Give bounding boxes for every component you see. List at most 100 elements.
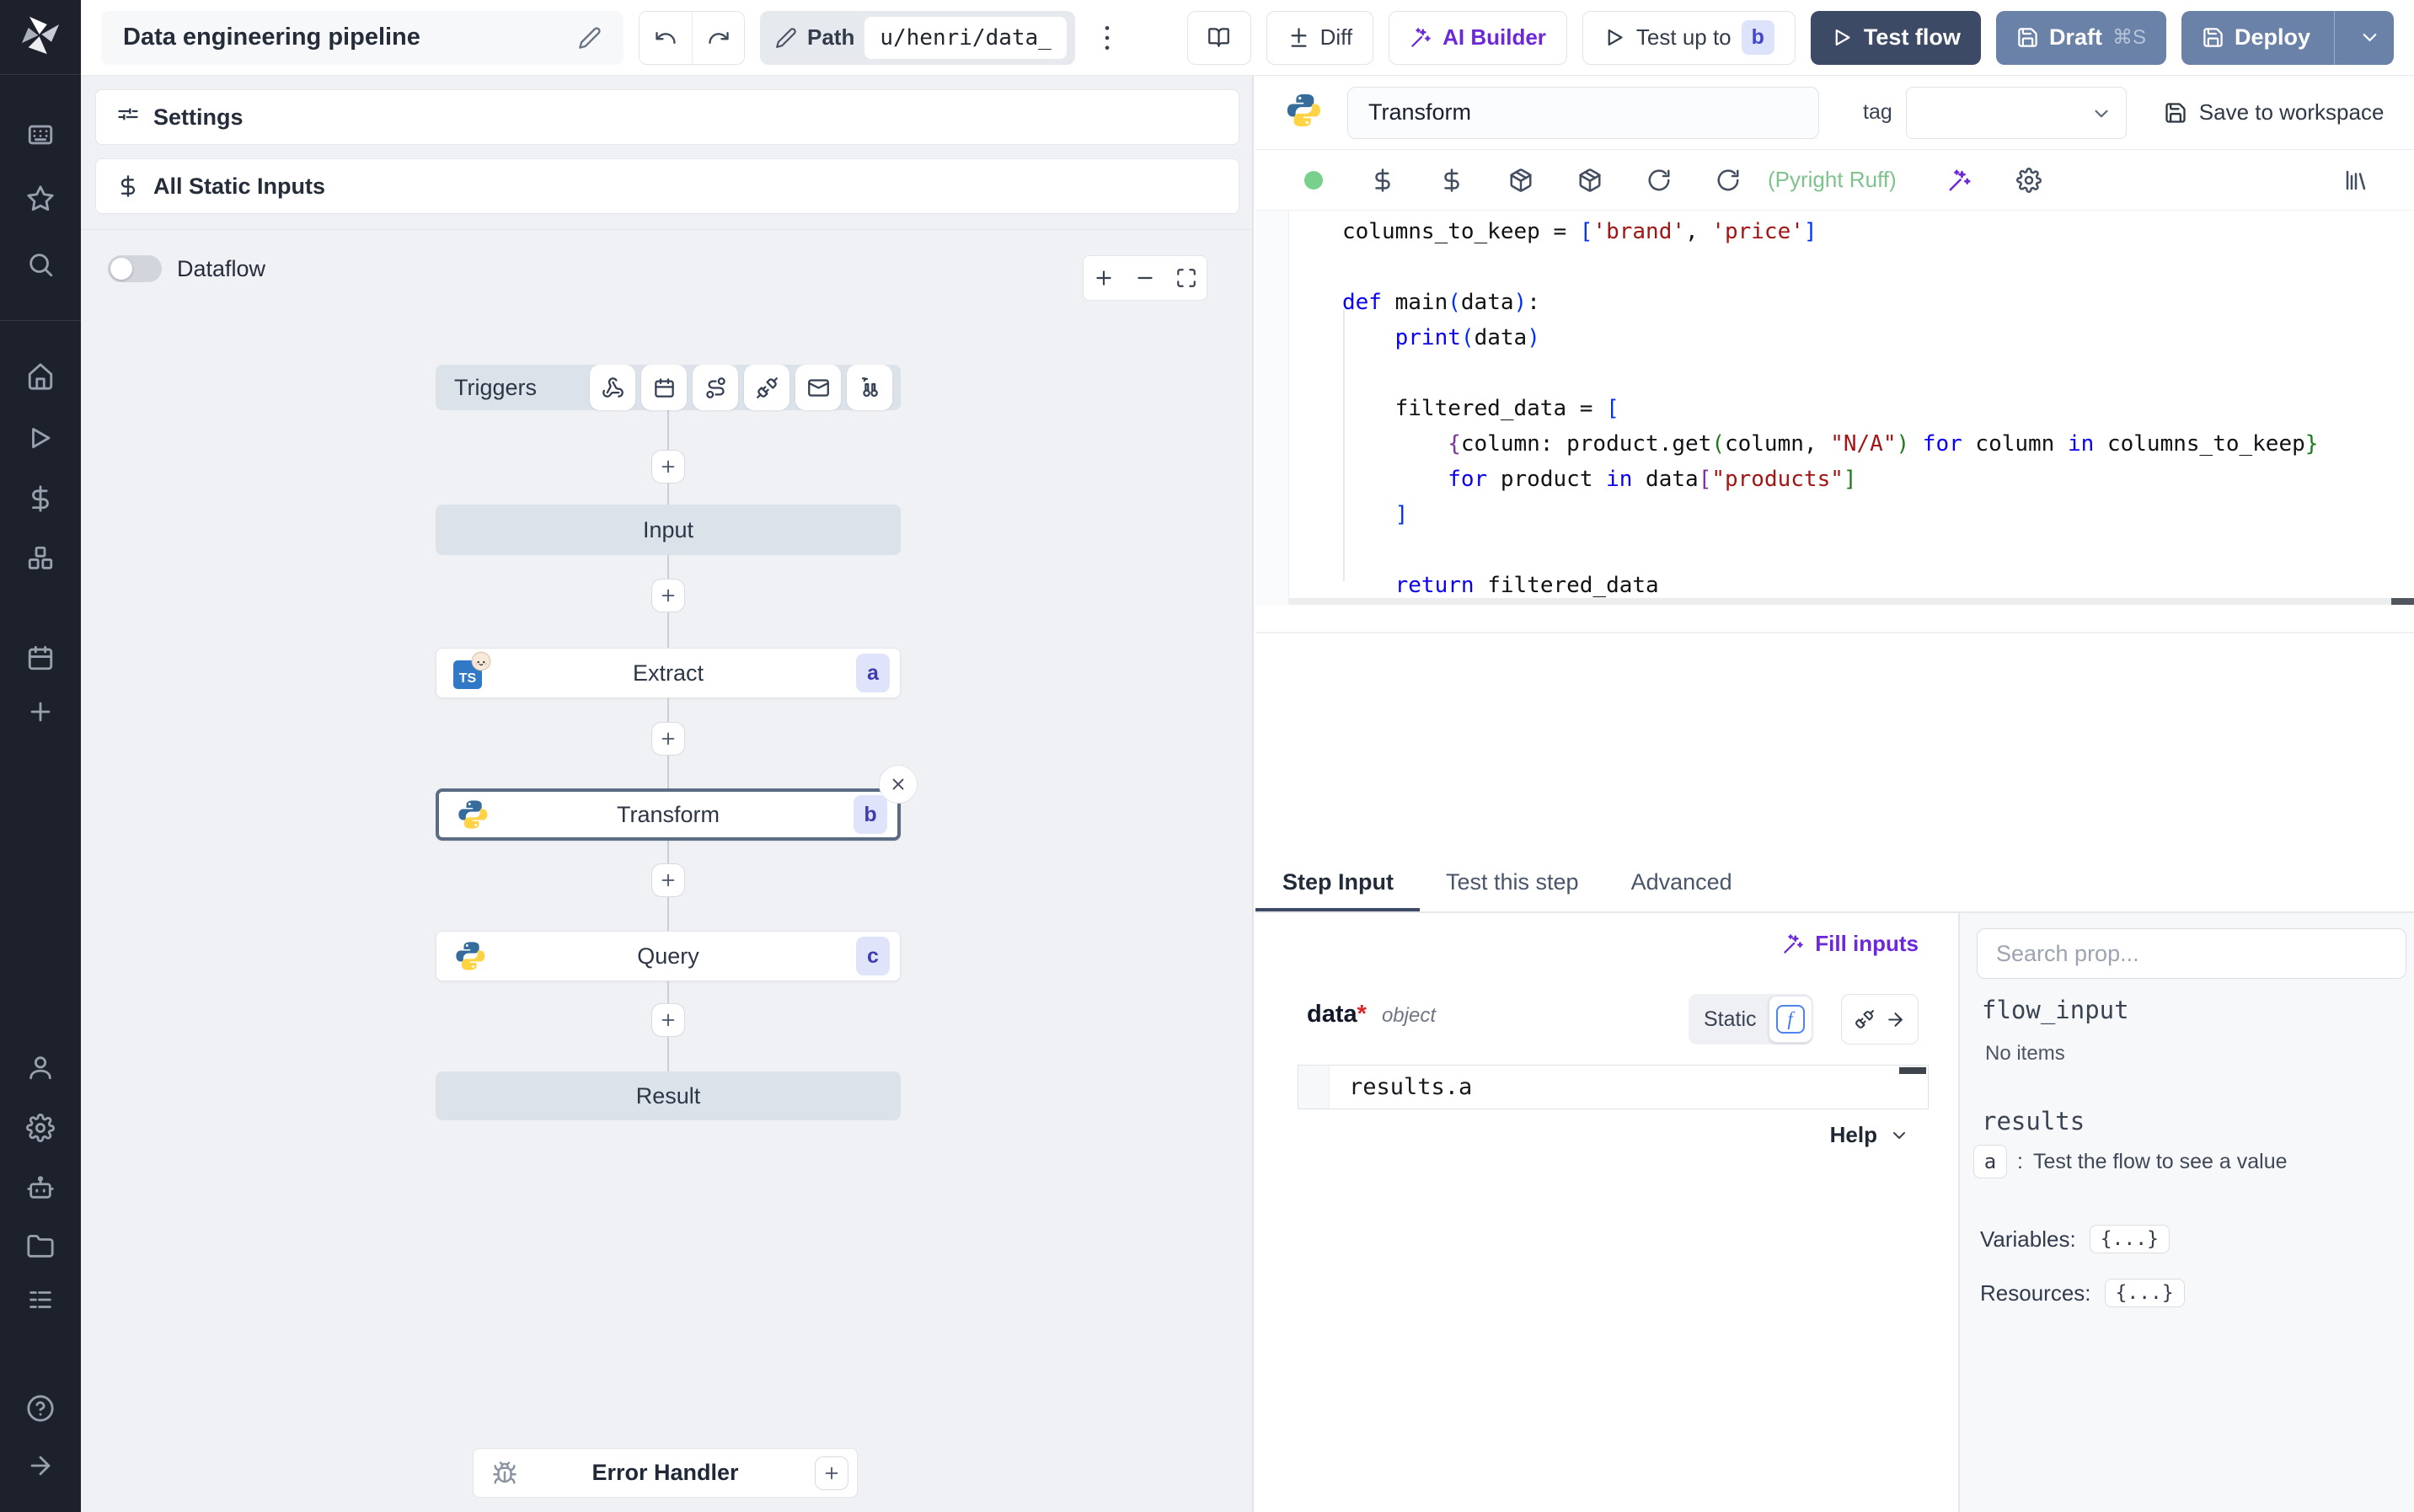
route-trigger-icon[interactable]: [693, 365, 738, 410]
code-editor[interactable]: columns_to_keep = ['brand', 'price'] def…: [1255, 211, 2414, 605]
flow-settings-bar[interactable]: Settings: [95, 89, 1239, 145]
connect-input-controls[interactable]: [1841, 994, 1919, 1045]
trigger-type-buttons: [590, 365, 892, 410]
deploy-dropdown-chevron-icon[interactable]: [2345, 26, 2394, 49]
variables-object-pill[interactable]: {...}: [2089, 1225, 2170, 1253]
flow-title-box[interactable]: Data engineering pipeline: [101, 10, 624, 65]
package-icon[interactable]: [1555, 168, 1624, 193]
chevron-down-icon: [2095, 110, 2108, 117]
tab-advanced[interactable]: Advanced: [1605, 857, 1758, 911]
edit-path-pencil-icon[interactable]: [775, 27, 797, 49]
flow-input-empty: No items: [1985, 1042, 2065, 1065]
settings-gear-icon[interactable]: [20, 1108, 61, 1148]
save-to-workspace-button[interactable]: Save to workspace: [2164, 99, 2384, 126]
transform-step-node[interactable]: Transform b: [436, 788, 901, 841]
more-options-kebab-icon[interactable]: [1090, 11, 1124, 65]
ai-wand-icon[interactable]: [1925, 168, 1994, 193]
tag-select[interactable]: [1905, 86, 2127, 139]
ai-builder-button[interactable]: AI Builder: [1389, 10, 1567, 65]
input-node[interactable]: Input: [436, 505, 901, 555]
reload-icon[interactable]: [1624, 168, 1694, 193]
logs-icon[interactable]: [20, 1280, 61, 1320]
expression-input[interactable]: results.a: [1298, 1065, 1929, 1109]
workspace-switcher-icon[interactable]: [20, 115, 61, 155]
search-prop-input[interactable]: [1977, 928, 2406, 979]
tab-test-this-step[interactable]: Test this step: [1420, 857, 1605, 911]
javascript-expression-mode-button[interactable]: f: [1768, 996, 1812, 1043]
close-step-x-icon[interactable]: [879, 765, 918, 804]
add-step-button[interactable]: [651, 579, 685, 612]
wand-sparkles-icon: [1411, 28, 1431, 47]
draft-label: Draft: [2048, 24, 2102, 50]
flow-input-heading[interactable]: flow_input: [1982, 996, 2129, 1024]
docs-book-button[interactable]: [1186, 10, 1251, 65]
workers-icon[interactable]: [20, 1167, 61, 1208]
test-up-to-button[interactable]: Test up to b: [1582, 10, 1796, 65]
code-hscrollbar[interactable]: [1289, 598, 2414, 605]
tab-step-input[interactable]: Step Input: [1255, 857, 1420, 911]
path-value[interactable]: u/henri/data_: [864, 16, 1067, 59]
websocket-trigger-icon[interactable]: [744, 365, 790, 410]
result-key-pill[interactable]: a: [1973, 1145, 2007, 1178]
contextual-variables-dollar-icon[interactable]: [1417, 168, 1486, 193]
add-error-handler-button[interactable]: [815, 1456, 848, 1490]
query-step-node[interactable]: Query c: [436, 931, 901, 981]
extract-step-node[interactable]: TS Extract a: [436, 648, 901, 698]
email-trigger-icon[interactable]: [795, 365, 841, 410]
resources-icon[interactable]: [20, 538, 61, 579]
undo-button[interactable]: [640, 11, 692, 64]
diff-icon: [1291, 28, 1307, 47]
zoom-in-button[interactable]: [1093, 267, 1115, 289]
library-panel-icon[interactable]: [2321, 168, 2390, 193]
variables-dollar-icon[interactable]: [1348, 168, 1417, 193]
results-heading[interactable]: results: [1982, 1107, 2085, 1135]
all-static-inputs-bar[interactable]: All Static Inputs: [95, 158, 1239, 214]
reload-icon[interactable]: [1694, 168, 1763, 193]
code-hscrollbar-thumb[interactable]: [2391, 598, 2414, 605]
schedule-trigger-icon[interactable]: [641, 365, 687, 410]
add-step-button[interactable]: [651, 450, 685, 484]
add-step-button[interactable]: [651, 1003, 685, 1037]
static-mode-label[interactable]: Static: [1704, 1007, 1757, 1032]
deploy-button[interactable]: Deploy: [2181, 10, 2394, 65]
fill-inputs-button[interactable]: Fill inputs: [1782, 931, 1919, 957]
dataflow-toggle[interactable]: [108, 255, 162, 282]
resources-object-pill[interactable]: {...}: [2104, 1279, 2185, 1307]
help-dropdown[interactable]: Help: [1830, 1122, 1909, 1148]
resources-label: Resources:: [1980, 1280, 2091, 1306]
fit-view-button[interactable]: [1175, 267, 1197, 289]
redo-button[interactable]: [692, 11, 744, 64]
zoom-out-button[interactable]: [1134, 267, 1156, 289]
play-icon: [1608, 29, 1623, 46]
help-icon[interactable]: [20, 1388, 61, 1429]
test-flow-button[interactable]: Test flow: [1810, 10, 1981, 65]
add-icon[interactable]: [20, 692, 61, 732]
folders-icon[interactable]: [20, 1226, 61, 1267]
path-chip[interactable]: Path u/henri/data_: [760, 10, 1075, 65]
code-lines[interactable]: columns_to_keep = ['brand', 'price'] def…: [1342, 214, 2414, 603]
windmill-logo-icon[interactable]: [19, 13, 62, 61]
package-icon[interactable]: [1486, 168, 1555, 193]
user-icon[interactable]: [20, 1047, 61, 1087]
editor-footer-strip: [1255, 605, 2414, 633]
add-step-button[interactable]: [651, 722, 685, 756]
add-step-button[interactable]: [651, 863, 685, 897]
search-icon[interactable]: [20, 244, 61, 285]
result-node[interactable]: Result: [436, 1071, 901, 1120]
expand-sidebar-arrow-icon[interactable]: [20, 1445, 61, 1486]
draft-button[interactable]: Draft ⌘S: [1995, 10, 2166, 65]
variables-icon[interactable]: [20, 478, 61, 519]
favorites-star-icon[interactable]: [20, 179, 61, 219]
edit-title-pencil-icon[interactable]: [578, 26, 602, 50]
triggers-node[interactable]: Triggers: [436, 365, 901, 410]
home-icon[interactable]: [20, 356, 61, 397]
event-listener-trigger-icon[interactable]: [847, 365, 892, 410]
webhook-trigger-icon[interactable]: [590, 365, 635, 410]
editor-settings-gear-icon[interactable]: [1994, 167, 2063, 193]
expression-value[interactable]: results.a: [1349, 1074, 1472, 1100]
runs-icon[interactable]: [20, 418, 61, 458]
step-name-input[interactable]: [1347, 86, 1819, 139]
error-handler-node[interactable]: Error Handler: [473, 1448, 858, 1498]
diff-button[interactable]: Diff: [1266, 10, 1374, 65]
schedules-icon[interactable]: [20, 638, 61, 678]
